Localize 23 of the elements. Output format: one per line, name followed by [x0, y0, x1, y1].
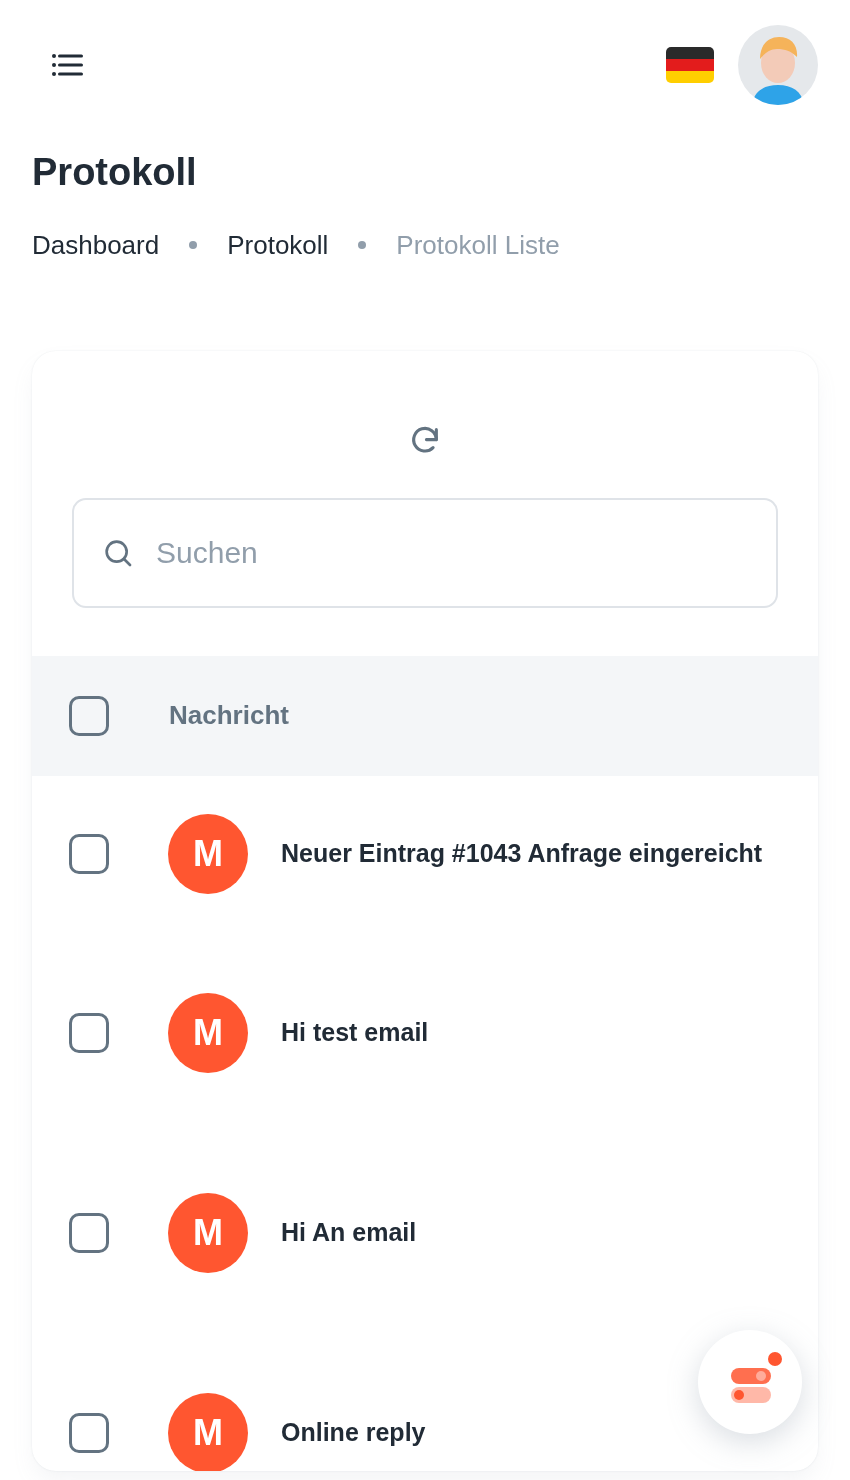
checkbox[interactable]: [69, 1012, 109, 1053]
checkbox[interactable]: [69, 1212, 109, 1253]
message-text[interactable]: Hi test email: [281, 1013, 429, 1052]
avatar: M: [168, 1392, 248, 1471]
breadcrumb-current: Protokoll Liste: [396, 228, 560, 262]
avatar: M: [168, 1192, 248, 1273]
search-field[interactable]: Suchen: [72, 497, 778, 608]
column-header: Nachricht: [169, 699, 289, 733]
checkbox[interactable]: [69, 834, 109, 875]
page-title: Protokoll: [32, 150, 198, 195]
breadcrumb-separator: [358, 241, 367, 250]
message-text[interactable]: Online reply: [281, 1413, 426, 1452]
message-text[interactable]: Neuer Eintrag #1043 Anfrage eingereicht: [281, 835, 763, 873]
avatar: M: [168, 992, 248, 1073]
checkbox[interactable]: [69, 695, 109, 736]
checkbox[interactable]: [69, 1412, 109, 1453]
message-text[interactable]: Hi An email: [281, 1213, 417, 1252]
menu-icon[interactable]: [52, 54, 84, 76]
breadcrumb-link[interactable]: Protokoll: [227, 225, 329, 265]
breadcrumb-separator: [189, 241, 198, 250]
avatar: M: [168, 814, 248, 895]
flag-icon[interactable]: [666, 47, 714, 83]
breadcrumb-link[interactable]: Dashboard: [32, 225, 160, 265]
